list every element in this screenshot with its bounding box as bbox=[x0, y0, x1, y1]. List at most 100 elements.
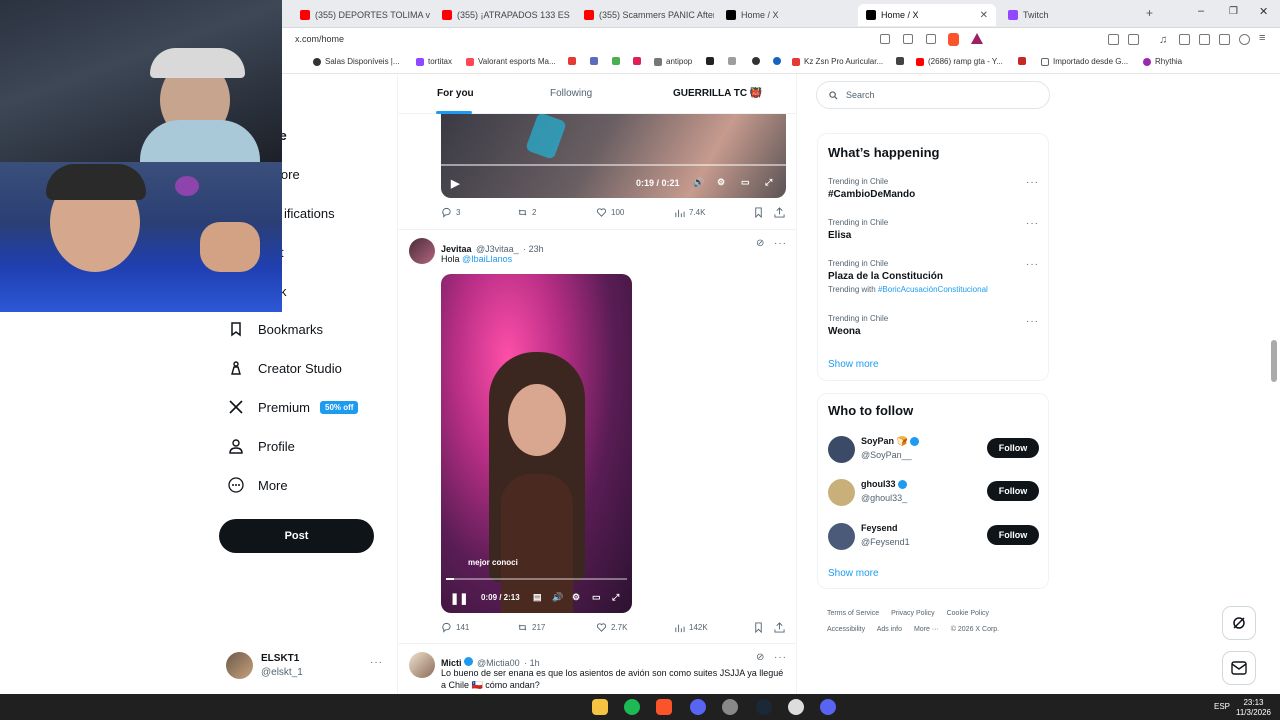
footer-link[interactable]: Ads info bbox=[877, 626, 902, 633]
retweet-button[interactable]: 217 bbox=[517, 622, 545, 633]
footer-link[interactable]: More ··· bbox=[914, 626, 939, 633]
file-explorer-icon[interactable] bbox=[592, 699, 608, 715]
video-progress-track[interactable] bbox=[446, 578, 627, 580]
fullscreen-icon[interactable]: ⤢ bbox=[612, 592, 619, 603]
browser-tab-active[interactable]: Home / X ✕ bbox=[858, 4, 996, 26]
settings-icon[interactable]: ⚙ bbox=[572, 592, 580, 603]
language-indicator[interactable]: ESP bbox=[1214, 702, 1230, 711]
retweet-button[interactable]: 2 bbox=[517, 207, 536, 218]
more-icon[interactable]: ··· bbox=[1026, 218, 1039, 229]
sidebar-icon[interactable] bbox=[1179, 34, 1190, 45]
app-icon[interactable] bbox=[690, 699, 706, 715]
pause-icon[interactable]: ❚❚ bbox=[450, 592, 468, 605]
bookmark-icon-only[interactable] bbox=[568, 57, 576, 65]
bookmark-item[interactable]: tortitax bbox=[416, 57, 452, 66]
tweet-author[interactable]: Jevitaa bbox=[441, 244, 472, 254]
reply-button[interactable]: 141 bbox=[441, 622, 469, 633]
trend-item[interactable]: Trending in Chile Plaza de la Constitució… bbox=[828, 259, 988, 294]
nav-item-premium[interactable]: Premium 50% off bbox=[228, 393, 359, 421]
bookmark-folder[interactable]: Importado desde G... bbox=[1041, 57, 1128, 66]
bookmark-icon-only[interactable] bbox=[633, 57, 641, 65]
bookmark-icon-only[interactable] bbox=[706, 57, 714, 65]
follow-suggestion[interactable]: SoyPan 🍞 @SoyPan__ Follow bbox=[828, 434, 1040, 464]
bookmark-item[interactable]: Valorant esports Ma... bbox=[466, 57, 556, 66]
tab-following[interactable]: Following bbox=[550, 88, 592, 99]
bookmark-icon-only[interactable] bbox=[728, 57, 736, 65]
translate-icon[interactable] bbox=[880, 34, 890, 44]
bookmark-icon-only[interactable] bbox=[773, 57, 781, 65]
close-tab-icon[interactable]: ✕ bbox=[980, 10, 988, 21]
footer-link[interactable]: Cookie Policy bbox=[947, 610, 989, 617]
bookmark-item[interactable]: (2686) ramp gta - Y... bbox=[916, 57, 1003, 66]
views-button[interactable]: 7.4K bbox=[674, 207, 705, 218]
brave-icon[interactable] bbox=[656, 699, 672, 715]
steam-icon[interactable] bbox=[756, 699, 772, 715]
volume-icon[interactable]: 🔊 bbox=[693, 177, 704, 188]
settings-icon[interactable]: ⚙ bbox=[717, 177, 725, 188]
extensions-icon[interactable] bbox=[1108, 34, 1119, 45]
install-icon[interactable] bbox=[903, 34, 913, 44]
bookmark-button[interactable] bbox=[753, 207, 764, 218]
tab-search-icon[interactable] bbox=[1128, 34, 1139, 45]
bookmark-item[interactable]: Salas Disponíveis |... bbox=[313, 57, 400, 66]
minimize-icon[interactable]: – bbox=[1198, 5, 1204, 17]
brave-shield-icon[interactable] bbox=[948, 33, 959, 46]
account-switcher[interactable]: ELSKT1 @elskt_1 ··· bbox=[226, 650, 386, 682]
like-button[interactable]: 2.7K bbox=[596, 622, 627, 633]
avatar[interactable] bbox=[409, 652, 435, 678]
show-more-link[interactable]: Show more bbox=[828, 568, 879, 579]
vpn-icon[interactable] bbox=[1219, 34, 1230, 45]
new-tab-icon[interactable]: + bbox=[1146, 6, 1153, 20]
trend-hashtag-link[interactable]: #BoricAcusaciónConstitucional bbox=[878, 285, 988, 294]
views-button[interactable]: 142K bbox=[674, 622, 708, 633]
browser-tab[interactable]: (355) DEPORTES TOLIMA vs C bbox=[292, 4, 430, 26]
captions-icon[interactable]: ▤ bbox=[533, 592, 542, 603]
trend-item[interactable]: Trending in Chile Elisa bbox=[828, 218, 888, 241]
browser-tab[interactable]: (355) Scammers PANIC After bbox=[576, 4, 714, 26]
spotify-icon[interactable] bbox=[624, 699, 640, 715]
tweet-video[interactable]: ▶ 0:19 / 0:21 🔊 ⚙ ▭ ⤢ bbox=[441, 114, 786, 198]
fullscreen-icon[interactable]: ⤢ bbox=[765, 177, 772, 188]
tweet-handle[interactable]: @J3vitaa_ bbox=[476, 244, 519, 254]
mention-link[interactable]: @IbaiLlanos bbox=[462, 254, 512, 264]
post-button[interactable]: Post bbox=[219, 519, 374, 553]
volume-icon[interactable]: 🔊 bbox=[552, 592, 563, 603]
more-icon[interactable]: ··· bbox=[774, 652, 787, 663]
leo-icon[interactable] bbox=[1239, 34, 1250, 45]
system-clock[interactable]: 23:13 11/3/2026 bbox=[1236, 698, 1271, 718]
wallet-icon[interactable] bbox=[1199, 34, 1210, 45]
messages-button[interactable] bbox=[1222, 651, 1256, 685]
follow-button[interactable]: Follow bbox=[987, 438, 1039, 458]
bookmark-item[interactable]: Rhythia bbox=[1143, 57, 1182, 66]
tweet-video[interactable]: mejor conoci ❚❚ 0:09 / 2:13 ▤ 🔊 ⚙ ▭ ⤢ bbox=[441, 274, 632, 613]
media-icon[interactable]: ♫ bbox=[1159, 34, 1167, 46]
restore-icon[interactable]: ❐ bbox=[1229, 6, 1238, 17]
tab-for-you[interactable]: For you bbox=[437, 88, 474, 99]
menu-icon[interactable]: ≡ bbox=[1259, 32, 1265, 44]
more-icon[interactable]: ··· bbox=[1026, 316, 1039, 327]
bookmark-icon-only[interactable] bbox=[1018, 57, 1026, 65]
browser-tab[interactable]: Twitch bbox=[1000, 4, 1138, 26]
pip-icon[interactable]: ▭ bbox=[592, 592, 601, 603]
nav-item-profile[interactable]: Profile bbox=[228, 432, 295, 460]
pip-icon[interactable]: ▭ bbox=[741, 177, 750, 188]
search-input[interactable]: Search bbox=[816, 81, 1050, 109]
bookmark-button[interactable] bbox=[753, 622, 764, 633]
bookmark-icon-only[interactable] bbox=[752, 57, 760, 65]
like-button[interactable]: 100 bbox=[596, 207, 624, 218]
grok-icon[interactable]: ⊘ bbox=[756, 238, 764, 249]
nav-item-creator-studio[interactable]: Creator Studio bbox=[228, 354, 342, 382]
discord-icon[interactable] bbox=[820, 699, 836, 715]
tweet-time[interactable]: · 23h bbox=[523, 244, 544, 254]
more-icon[interactable]: ··· bbox=[370, 657, 383, 668]
share-icon[interactable] bbox=[926, 34, 936, 44]
footer-link[interactable]: Privacy Policy bbox=[891, 610, 935, 617]
more-icon[interactable]: ··· bbox=[774, 238, 787, 249]
bookmark-icon-only[interactable] bbox=[896, 57, 904, 65]
more-icon[interactable]: ··· bbox=[1026, 259, 1039, 270]
footer-link[interactable]: Accessibility bbox=[827, 626, 865, 633]
obs-icon[interactable] bbox=[788, 699, 804, 715]
follow-button[interactable]: Follow bbox=[987, 481, 1039, 501]
bookmark-item[interactable]: Kz Zsn Pro Auricular... bbox=[792, 57, 883, 66]
video-progress-track[interactable] bbox=[441, 164, 786, 166]
